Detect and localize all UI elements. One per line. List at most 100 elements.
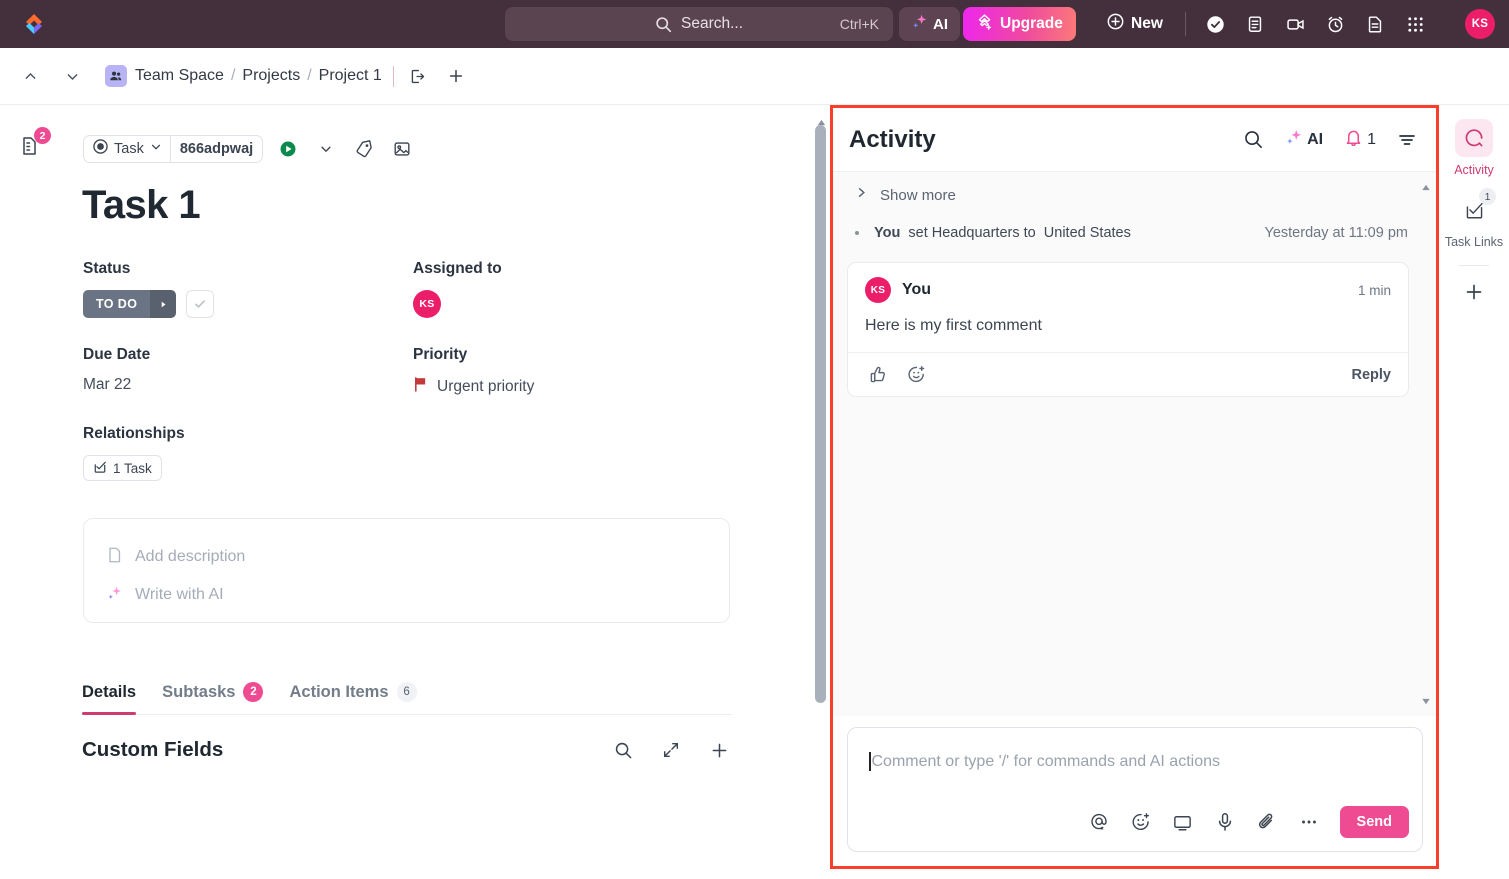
tab-subtasks[interactable]: Subtasks 2 bbox=[162, 682, 264, 714]
app-root: Search... Ctrl+K AI Upgrade New KS Team … bbox=[0, 0, 1509, 879]
breadcrumb-bar: Team Space / Projects / Project 1 Create… bbox=[0, 48, 1509, 141]
cover-image-icon[interactable] bbox=[389, 136, 415, 162]
ai-sparkle-icon bbox=[911, 13, 928, 35]
field-row-relationships: Relationships 1 Task bbox=[83, 425, 743, 481]
avatar[interactable]: KS bbox=[865, 277, 891, 303]
priority-value-row[interactable]: Urgent priority bbox=[413, 376, 743, 397]
comment-input[interactable]: Comment or type '/' for commands and AI … bbox=[869, 752, 1220, 771]
breadcrumb-item-2[interactable]: Project 1 bbox=[319, 67, 382, 85]
assignee-avatar[interactable]: KS bbox=[413, 290, 441, 318]
task-docs-button[interactable]: 2 bbox=[18, 127, 51, 162]
mention-icon[interactable] bbox=[1086, 809, 1112, 835]
show-more-button[interactable]: Show more bbox=[855, 186, 956, 204]
mark-complete-button[interactable] bbox=[186, 290, 215, 318]
field-status: Status TO DO bbox=[83, 260, 413, 318]
notifications-button[interactable]: 1 bbox=[1344, 128, 1376, 152]
team-space-icon[interactable] bbox=[105, 65, 127, 87]
ai-button-label: AI bbox=[933, 15, 948, 33]
rail-item-task-links[interactable]: 1 Task Links bbox=[1439, 188, 1509, 249]
feed-scroll-up-icon[interactable] bbox=[1421, 178, 1431, 196]
tab-subtasks-badge: 2 bbox=[243, 682, 264, 702]
new-button[interactable]: New bbox=[1098, 7, 1171, 41]
write-with-ai-row[interactable]: Write with AI bbox=[106, 576, 729, 614]
description-box[interactable]: Add description Write with AI bbox=[83, 518, 730, 623]
breadcrumb-item-1[interactable]: Projects bbox=[242, 67, 300, 85]
new-button-label: New bbox=[1131, 15, 1163, 32]
breadcrumb-item-0[interactable]: Team Space bbox=[135, 67, 224, 85]
ai-sparkle-icon bbox=[106, 584, 123, 607]
status-next-arrow-icon[interactable] bbox=[150, 290, 177, 318]
chevron-right-icon bbox=[855, 186, 868, 204]
breadcrumb-trail: Team Space / Projects / Project 1 bbox=[135, 67, 382, 85]
status-label: Status bbox=[83, 260, 131, 277]
custom-fields-actions bbox=[610, 737, 732, 763]
more-horizontal-icon[interactable] bbox=[1296, 809, 1322, 835]
comment-composer[interactable]: Comment or type '/' for commands and AI … bbox=[847, 727, 1423, 852]
scrollbar-thumb[interactable] bbox=[815, 125, 826, 703]
page-title[interactable]: Task 1 bbox=[82, 183, 201, 228]
search-icon[interactable] bbox=[1243, 129, 1264, 150]
timer-chevron-down-icon[interactable] bbox=[313, 136, 339, 162]
document-icon[interactable] bbox=[1362, 11, 1388, 37]
relationship-chip[interactable]: 1 Task bbox=[83, 455, 162, 481]
plus-icon[interactable] bbox=[706, 737, 732, 763]
open-in-new-icon[interactable] bbox=[405, 63, 431, 89]
attachment-icon[interactable] bbox=[1254, 809, 1280, 835]
tab-subtasks-label: Subtasks bbox=[162, 682, 236, 701]
upgrade-button[interactable]: Upgrade bbox=[963, 7, 1076, 41]
start-timer-icon[interactable] bbox=[275, 136, 301, 162]
screen-record-icon[interactable] bbox=[1170, 809, 1196, 835]
add-reaction-icon[interactable] bbox=[1128, 809, 1154, 835]
check-circle-icon[interactable] bbox=[1202, 11, 1228, 37]
search-shortcut: Ctrl+K bbox=[839, 16, 879, 32]
clipboard-icon[interactable] bbox=[1242, 11, 1268, 37]
microphone-icon[interactable] bbox=[1212, 809, 1238, 835]
add-task-icon[interactable] bbox=[443, 63, 469, 89]
comment-header: KS You 1 min bbox=[848, 263, 1408, 303]
activity-ai-button[interactable]: AI bbox=[1285, 128, 1323, 151]
task-id-label[interactable]: 866adpwaj bbox=[171, 141, 262, 157]
user-avatar[interactable]: KS bbox=[1465, 9, 1495, 39]
ai-button[interactable]: AI bbox=[899, 7, 960, 41]
log-action-text: set Headquarters to bbox=[908, 225, 1036, 241]
tag-icon[interactable] bbox=[351, 136, 377, 162]
comment-placeholder: Comment or type '/' for commands and AI … bbox=[871, 752, 1220, 770]
relationship-chip-label: 1 Task bbox=[113, 460, 152, 476]
rail-add-button[interactable] bbox=[1439, 282, 1509, 302]
due-date-value[interactable]: Mar 22 bbox=[83, 376, 413, 394]
field-priority: Priority Urgent priority bbox=[413, 346, 743, 397]
description-doc-icon bbox=[106, 546, 123, 569]
custom-fields-header: Custom Fields bbox=[82, 737, 732, 763]
clickup-logo[interactable] bbox=[0, 12, 68, 36]
tab-details[interactable]: Details bbox=[82, 683, 137, 715]
activity-header-actions: AI 1 bbox=[1243, 128, 1417, 152]
composer-toolbar: Send bbox=[1086, 806, 1409, 838]
status-badge[interactable]: TO DO bbox=[83, 290, 177, 318]
apps-grid-icon[interactable] bbox=[1402, 11, 1428, 37]
activity-panel: Activity AI 1 Show more You set Headquar… bbox=[830, 105, 1439, 869]
expand-icon[interactable] bbox=[658, 737, 684, 763]
chevron-up-icon[interactable] bbox=[16, 62, 44, 90]
chevron-down-icon[interactable] bbox=[58, 62, 86, 90]
send-button[interactable]: Send bbox=[1339, 806, 1409, 838]
feed-scroll-down-icon[interactable] bbox=[1421, 692, 1431, 710]
filter-icon[interactable] bbox=[1397, 130, 1417, 150]
thumbs-up-icon[interactable] bbox=[865, 362, 891, 388]
reply-button[interactable]: Reply bbox=[1352, 367, 1392, 383]
task-pane-scrollbar[interactable] bbox=[813, 105, 829, 879]
tab-action-items[interactable]: Action Items 6 bbox=[289, 682, 417, 714]
task-type-selector[interactable]: Task 866adpwaj bbox=[83, 135, 264, 163]
notification-count: 1 bbox=[1367, 130, 1376, 148]
activity-feed: Show more You set Headquarters to United… bbox=[833, 171, 1436, 716]
video-camera-icon[interactable] bbox=[1282, 11, 1308, 37]
global-search-input[interactable]: Search... Ctrl+K bbox=[505, 7, 893, 41]
rail-item-activity[interactable]: Activity bbox=[1439, 119, 1509, 177]
custom-fields-title: Custom Fields bbox=[82, 738, 224, 761]
search-icon[interactable] bbox=[610, 737, 636, 763]
alarm-clock-icon[interactable] bbox=[1322, 11, 1348, 37]
priority-value: Urgent priority bbox=[437, 377, 535, 395]
priority-flag-icon bbox=[413, 376, 428, 397]
log-actor: You bbox=[874, 225, 901, 241]
add-reaction-icon[interactable] bbox=[903, 362, 929, 388]
add-description-row[interactable]: Add description bbox=[106, 538, 729, 576]
